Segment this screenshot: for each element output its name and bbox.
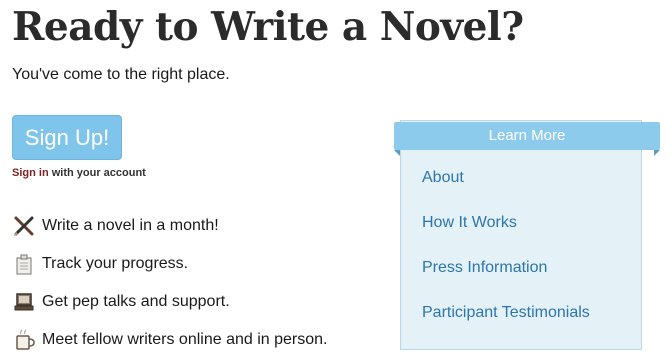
- page-title: Ready to Write a Novel?: [12, 4, 524, 50]
- feature-item: Meet fellow writers online and in person…: [12, 321, 327, 359]
- feature-text: Meet fellow writers online and in person…: [42, 331, 328, 348]
- signin-prompt: Sign in with your account: [12, 167, 146, 179]
- sign-in-link[interactable]: Sign in: [12, 167, 49, 179]
- learn-more-links: About How It Works Press Information Par…: [422, 166, 590, 346]
- notepad-icon: [12, 252, 36, 276]
- how-it-works-link[interactable]: How It Works: [422, 211, 590, 256]
- feature-text: Track your progress.: [42, 255, 189, 272]
- feature-item: Write a novel in a month!: [12, 207, 327, 245]
- landing-page: Ready to Write a Novel? You've come to t…: [0, 0, 670, 362]
- page-subtitle: You've come to the right place.: [12, 66, 230, 83]
- press-information-link[interactable]: Press Information: [422, 256, 590, 301]
- coffee-mug-icon: [12, 328, 36, 352]
- feature-list: Write a novel in a month! Track your pro…: [12, 207, 327, 359]
- sign-up-button[interactable]: Sign Up!: [12, 115, 122, 160]
- feature-item: Track your progress.: [12, 245, 327, 283]
- feature-item: Get pep talks and support.: [12, 283, 327, 321]
- banner-fold-right: [654, 150, 660, 156]
- pen-pencil-icon: [12, 214, 36, 238]
- learn-more-heading: Learn More: [394, 122, 660, 150]
- about-link[interactable]: About: [422, 166, 590, 211]
- laptop-icon: [12, 290, 36, 314]
- banner-fold-left: [394, 150, 400, 156]
- signin-suffix: with your account: [48, 167, 146, 179]
- feature-text: Get pep talks and support.: [42, 293, 230, 310]
- feature-text: Write a novel in a month!: [42, 217, 219, 234]
- participant-testimonials-link[interactable]: Participant Testimonials: [422, 301, 590, 346]
